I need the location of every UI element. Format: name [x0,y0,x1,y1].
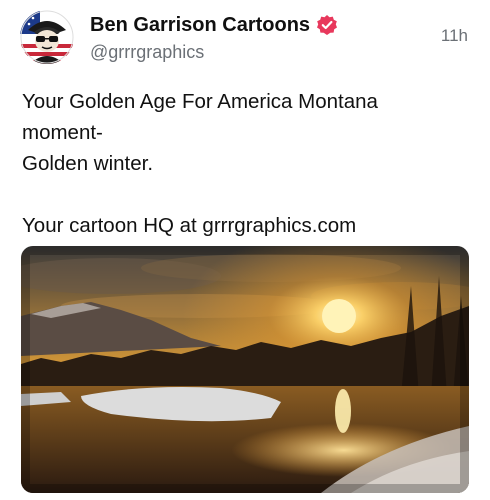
post-text-line: Golden winter. [22,152,154,175]
post-media-image[interactable] [21,246,469,493]
avatar-image [20,10,74,64]
post-body-text: Your Golden Age For America Montana mome… [22,86,472,241]
post-timestamp[interactable]: 11h [441,26,468,46]
post-header: Ben Garrison Cartoons @grrrgraphics [90,10,390,63]
author-handle[interactable]: @grrrgraphics [90,42,390,63]
post-text-line: Your Golden Age For America Montana [22,90,378,113]
post-card[interactable]: Ben Garrison Cartoons @grrrgraphics 11h … [0,0,490,500]
post-text-line: moment- [22,121,103,144]
verified-badge-icon [316,14,338,36]
post-text-spacer [22,179,472,210]
post-text-line: Your cartoon HQ at grrrgraphics.com [22,214,357,237]
author-name-row: Ben Garrison Cartoons [90,10,390,40]
winter-sunset-photo [21,246,469,493]
avatar[interactable] [20,10,74,64]
author-display-name[interactable]: Ben Garrison Cartoons [90,14,310,37]
